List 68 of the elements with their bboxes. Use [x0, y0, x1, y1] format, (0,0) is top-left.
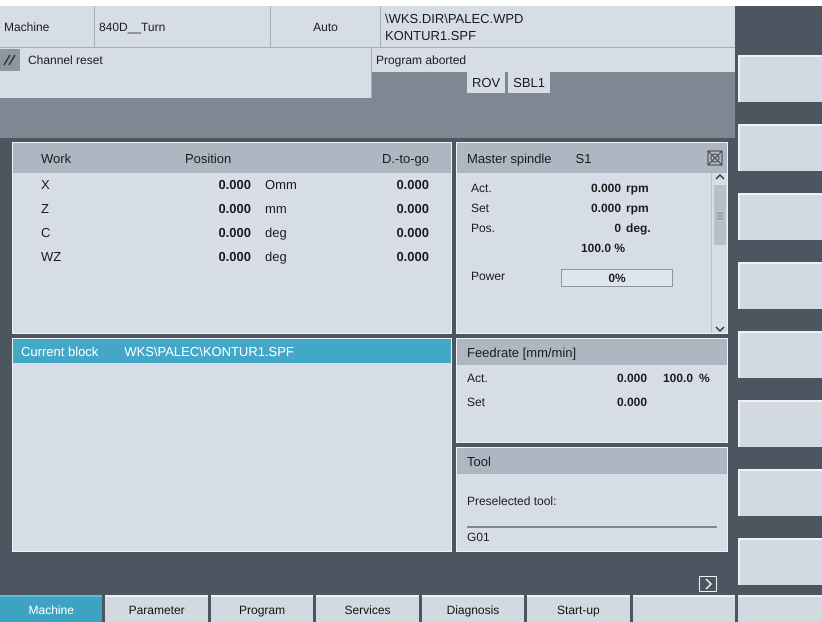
position-value: 0.000 [217, 225, 251, 240]
spindle-title: Master spindle [467, 150, 552, 166]
spindle-value: 0 [613, 221, 621, 235]
menu-tab[interactable]: Services [316, 595, 419, 622]
feed-label: Act. [467, 371, 489, 385]
softkey[interactable] [738, 55, 822, 102]
spindle-label: Set [471, 201, 490, 215]
g-code: G01 [467, 526, 717, 544]
position-value: 0.000 [217, 177, 251, 192]
feed-label: Set [467, 395, 486, 409]
softkey[interactable] [738, 595, 822, 622]
menu-tab[interactable]: Program [210, 595, 314, 622]
scroll-thumb[interactable] [714, 185, 726, 245]
position-value: 0.000 [217, 201, 251, 216]
distance-to-go: 0.000 [395, 225, 429, 240]
distance-to-go: 0.000 [395, 249, 429, 264]
status-flag: SBL1 [508, 72, 550, 93]
preselected-tool-label: Preselected tool: [467, 494, 558, 508]
softkey[interactable] [738, 331, 822, 378]
spindle-value: 0.000 [590, 181, 621, 195]
column-header: Work [41, 150, 72, 166]
current-block-header: Current block WKS\PALEC\KONTUR1.SPF [13, 339, 451, 363]
spindle-id: S1 [576, 150, 592, 166]
feed-value: 0.000 [616, 395, 647, 409]
column-header: D.-to-go [381, 150, 429, 166]
scroll-down-icon[interactable] [714, 325, 724, 333]
feed-value: 0.000 [616, 371, 647, 385]
unit-label: rpm [625, 181, 650, 195]
softkey[interactable] [738, 538, 822, 585]
feedrate-title: Feedrate [mm/min] [457, 339, 727, 365]
next-page-icon[interactable] [699, 576, 717, 592]
menu-tab[interactable]: Diagnosis [422, 595, 524, 622]
column-header: Position [185, 150, 232, 166]
menu-tab[interactable]: Parameter [105, 595, 208, 622]
status-flag: ROV [467, 72, 506, 93]
axis-name: WZ [41, 249, 62, 264]
unit-label: deg. [625, 221, 652, 235]
spindle-label: Pos. [471, 221, 496, 235]
position-value: 0.000 [217, 249, 251, 264]
reset-icon [0, 49, 20, 71]
unit-label: deg [264, 249, 288, 264]
axis-name: C [41, 225, 52, 240]
power-label: Power [471, 269, 506, 285]
axis-name: X [41, 177, 51, 192]
softkey[interactable] [738, 400, 822, 447]
spindle-override: 100.0 % [580, 241, 626, 255]
scroll-up-icon[interactable] [714, 173, 724, 181]
feed-override: 100.0 [663, 371, 694, 385]
unit-label: rpm [625, 201, 650, 215]
power-reading: 0% [608, 271, 626, 285]
unit-label: % [699, 371, 710, 385]
softkey[interactable] [738, 193, 822, 240]
unit-label: Omm [264, 177, 298, 192]
distance-to-go: 0.000 [395, 201, 429, 216]
program-status: Program aborted [375, 53, 468, 67]
distance-to-go: 0.000 [395, 177, 429, 192]
softkey[interactable] [738, 124, 822, 171]
channel-status: Channel reset [28, 53, 103, 67]
axis-name: Z [41, 201, 50, 216]
unit-label: deg [264, 225, 288, 240]
crossed-box-icon [707, 150, 723, 166]
spindle-label: Act. [471, 181, 493, 195]
softkey[interactable] [738, 262, 822, 309]
spindle-value: 0.000 [590, 201, 621, 215]
tool-title: Tool [457, 448, 727, 474]
menu-tab[interactable]: Start-up [527, 595, 630, 622]
unit-label: mm [264, 201, 288, 216]
softkey[interactable] [738, 469, 822, 516]
